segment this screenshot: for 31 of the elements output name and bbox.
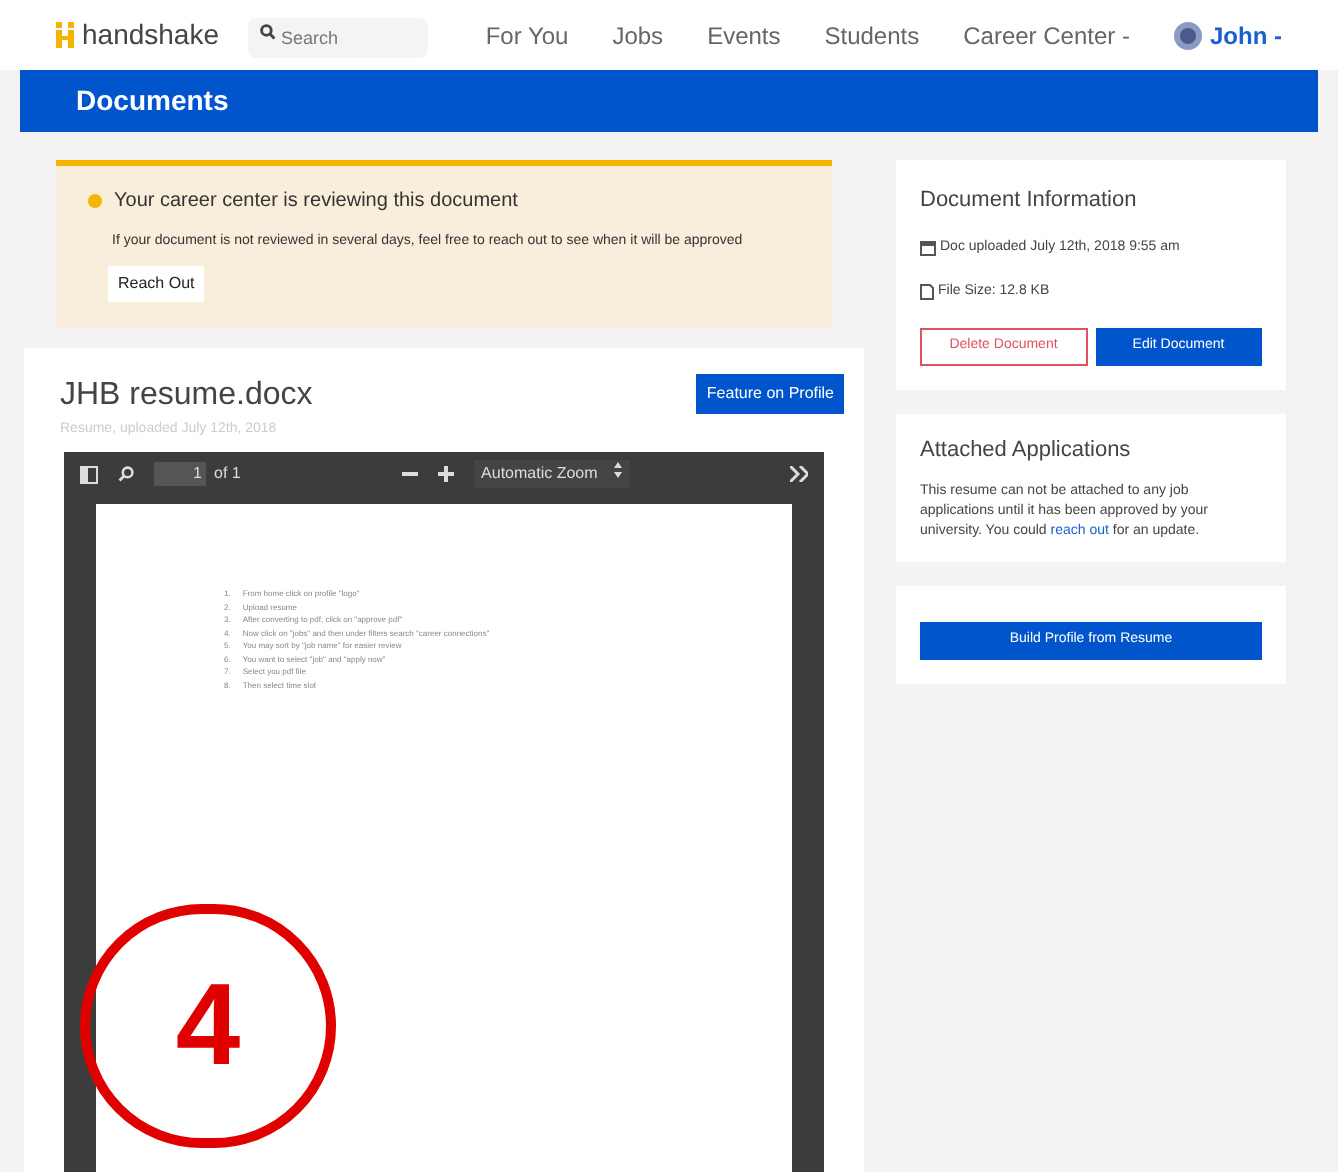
search-icon[interactable] — [118, 466, 134, 482]
sidebar-toggle-icon[interactable] — [80, 465, 98, 483]
info-icon — [88, 194, 102, 208]
annotation-number: 4 — [175, 968, 241, 1084]
reach-out-button[interactable]: Reach Out — [108, 265, 205, 301]
user-menu[interactable]: John - — [1210, 17, 1282, 53]
page-number-field[interactable]: 1 — [154, 462, 206, 486]
logo-icon — [56, 22, 76, 48]
alert-title: Your career center is reviewing this document — [114, 188, 518, 216]
file-icon — [920, 284, 934, 301]
nav-link[interactable]: Students — [824, 17, 920, 53]
nav-link[interactable]: For You — [485, 17, 569, 53]
zoom-dropdown[interactable]: Automatic Zoom — [473, 460, 630, 488]
nav-link[interactable]: Jobs — [612, 17, 664, 53]
feature-button[interactable]: Feature on Profile — [696, 373, 844, 413]
caret-icon — [613, 462, 622, 478]
brand-name[interactable]: handshake — [82, 14, 220, 56]
document-title: JHB resume.docx — [60, 375, 313, 415]
nav-link[interactable]: Career Center - — [963, 17, 1130, 53]
zoom-out-icon[interactable] — [401, 466, 418, 482]
more-tools-icon[interactable] — [790, 466, 808, 482]
avatar-icon — [1174, 21, 1202, 49]
card-title: Attached Applications — [920, 435, 1133, 465]
search-field[interactable]: Search — [247, 17, 428, 57]
search-icon — [259, 23, 276, 39]
zoom-in-icon[interactable] — [437, 466, 454, 482]
nav-link[interactable]: Events — [707, 17, 781, 53]
card-title: Document Information — [920, 186, 1139, 216]
calendar-icon — [920, 239, 936, 256]
page-count: of 1 — [214, 462, 241, 486]
page-title: Documents — [76, 82, 229, 120]
